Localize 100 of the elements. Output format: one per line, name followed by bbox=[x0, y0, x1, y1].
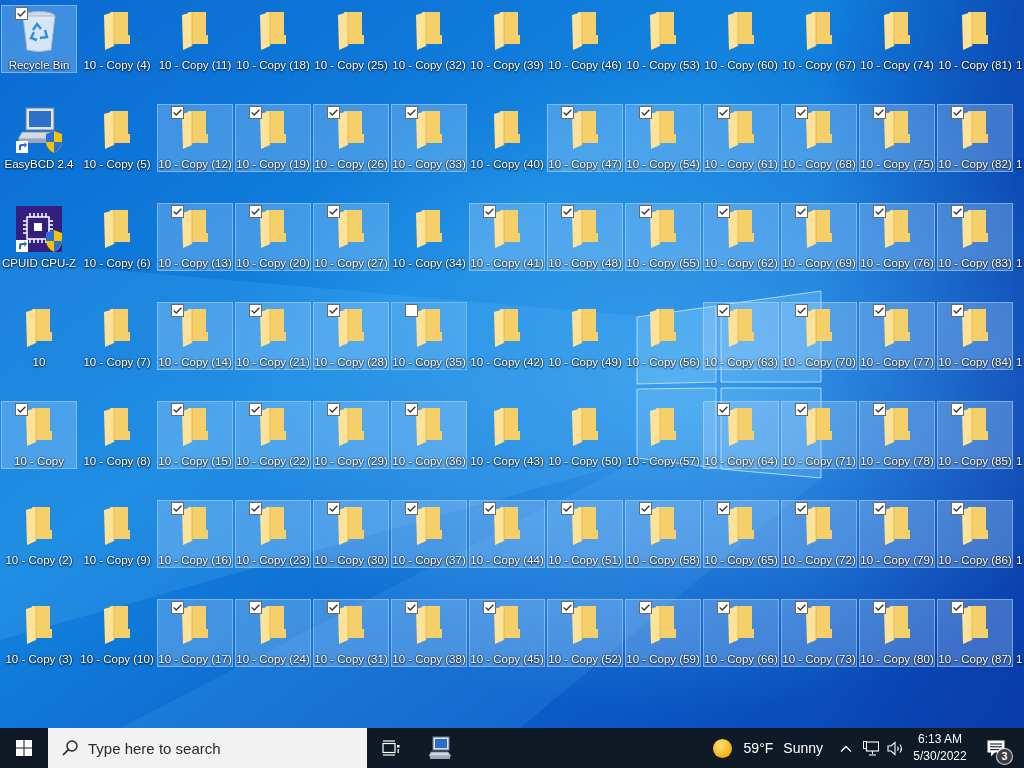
selected-item[interactable]: 10 - Copy (45) bbox=[469, 599, 545, 667]
selected-item[interactable]: 10 - Copy (24) bbox=[235, 599, 311, 667]
item-label[interactable]: 10 - Copy (48) bbox=[548, 256, 622, 270]
item-label[interactable]: 10 - Copy (40) bbox=[470, 157, 544, 171]
item-label[interactable]: 10 - Copy (62) bbox=[704, 256, 778, 270]
checkbox[interactable] bbox=[795, 502, 808, 515]
selected-item[interactable]: 10 - Copy (30) bbox=[313, 500, 389, 568]
folder-icon[interactable] bbox=[572, 12, 598, 50]
item-label[interactable]: 10 - Copy (84) bbox=[938, 355, 1012, 369]
selected-item[interactable]: 10 - Copy (16) bbox=[157, 500, 233, 568]
selected-item[interactable]: 10 - Copy (36) bbox=[391, 401, 467, 469]
item-label[interactable]: 10 - Copy (17) bbox=[158, 652, 232, 666]
checkbox[interactable] bbox=[639, 205, 652, 218]
selected-item[interactable]: 10 - Copy (13) bbox=[157, 203, 233, 271]
clock-date[interactable]: 5/30/2022 bbox=[913, 748, 967, 765]
item-label[interactable]: 10 - Copy (70) bbox=[782, 355, 856, 369]
item-label[interactable]: 10 - Copy (42) bbox=[470, 355, 544, 369]
item-label[interactable]: 10 - Copy (75) bbox=[860, 157, 934, 171]
folder-icon[interactable] bbox=[494, 309, 520, 347]
item-label[interactable]: 1 bbox=[1015, 355, 1024, 369]
item-label[interactable]: 10 - Copy (15) bbox=[158, 454, 232, 468]
checkbox[interactable] bbox=[795, 205, 808, 218]
selected-item[interactable]: 10 - Copy (31) bbox=[313, 599, 389, 667]
item-label[interactable]: 10 - Copy (9) bbox=[83, 553, 151, 567]
folder-icon[interactable] bbox=[104, 210, 130, 248]
checkbox[interactable] bbox=[795, 601, 808, 614]
folder-icon[interactable] bbox=[104, 507, 130, 545]
selected-item[interactable]: 10 - Copy (52) bbox=[547, 599, 623, 667]
item-label[interactable]: 10 - Copy (64) bbox=[704, 454, 778, 468]
item-label[interactable]: 10 - Copy (52) bbox=[548, 652, 622, 666]
selected-item[interactable]: 10 - Copy (51) bbox=[547, 500, 623, 568]
folder-icon[interactable] bbox=[572, 309, 598, 347]
checkbox[interactable] bbox=[171, 205, 184, 218]
folder-icon[interactable] bbox=[104, 408, 130, 446]
checkbox[interactable] bbox=[951, 106, 964, 119]
item-label[interactable]: 10 - Copy (45) bbox=[470, 652, 544, 666]
item-label[interactable]: 1 bbox=[1015, 58, 1024, 72]
item-label[interactable]: EasyBCD 2.4 bbox=[4, 157, 74, 171]
folder-icon[interactable] bbox=[26, 309, 52, 347]
checkbox[interactable] bbox=[171, 502, 184, 515]
checkbox[interactable] bbox=[561, 502, 574, 515]
item-label[interactable]: 10 - Copy (24) bbox=[236, 652, 310, 666]
item-label[interactable]: 10 - Copy (81) bbox=[938, 58, 1012, 72]
folder-icon[interactable] bbox=[338, 12, 364, 50]
item-label[interactable]: 10 - Copy (36) bbox=[392, 454, 466, 468]
selected-item[interactable]: 10 - Copy (38) bbox=[391, 599, 467, 667]
folder-icon[interactable] bbox=[26, 507, 52, 545]
chevron-up-icon[interactable] bbox=[840, 744, 852, 752]
selected-item[interactable]: 10 - Copy (33) bbox=[391, 104, 467, 172]
item-label[interactable]: 10 - Copy (20) bbox=[236, 256, 310, 270]
checkbox[interactable] bbox=[951, 403, 964, 416]
clock-time[interactable]: 6:13 AM bbox=[918, 731, 962, 748]
folder-icon[interactable] bbox=[260, 12, 286, 50]
checkbox[interactable] bbox=[249, 403, 262, 416]
item-label[interactable]: 10 - Copy (28) bbox=[314, 355, 388, 369]
folder-icon[interactable] bbox=[104, 606, 130, 644]
item-label[interactable]: 10 - Copy (11) bbox=[158, 58, 232, 72]
item-label[interactable]: 1 bbox=[1015, 157, 1024, 171]
item-label[interactable]: 10 - Copy (5) bbox=[83, 157, 151, 171]
item-label[interactable]: 1 bbox=[1015, 553, 1024, 567]
selected-item[interactable]: 10 - Copy (80) bbox=[859, 599, 935, 667]
selected-item[interactable]: 10 - Copy (85) bbox=[937, 401, 1013, 469]
checkbox[interactable] bbox=[561, 106, 574, 119]
selected-item[interactable]: 10 - Copy (22) bbox=[235, 401, 311, 469]
folder-icon[interactable] bbox=[962, 12, 988, 50]
item-label[interactable]: 10 - Copy (23) bbox=[236, 553, 310, 567]
selected-item[interactable]: 10 - Copy (83) bbox=[937, 203, 1013, 271]
selected-item[interactable]: 10 - Copy bbox=[1, 401, 77, 469]
checkbox[interactable] bbox=[873, 304, 886, 317]
item-label[interactable]: 10 - Copy (21) bbox=[236, 355, 310, 369]
checkbox[interactable] bbox=[405, 502, 418, 515]
folder-icon[interactable] bbox=[104, 12, 130, 50]
selected-item[interactable]: 10 - Copy (44) bbox=[469, 500, 545, 568]
selected-item[interactable]: Recycle Bin bbox=[1, 5, 77, 73]
item-label[interactable]: 10 - Copy (57) bbox=[626, 454, 700, 468]
item-label[interactable]: 10 - Copy (13) bbox=[158, 256, 232, 270]
checkbox[interactable] bbox=[561, 601, 574, 614]
item-label[interactable]: 10 - Copy (43) bbox=[470, 454, 544, 468]
folder-icon[interactable] bbox=[884, 606, 910, 644]
item-label[interactable]: 10 - Copy (50) bbox=[548, 454, 622, 468]
item-label[interactable]: 10 - Copy (26) bbox=[314, 157, 388, 171]
checkbox[interactable] bbox=[717, 304, 730, 317]
selected-item[interactable]: 10 - Copy (82) bbox=[937, 104, 1013, 172]
checkbox[interactable] bbox=[951, 304, 964, 317]
selected-item[interactable]: 10 - Copy (79) bbox=[859, 500, 935, 568]
selected-item[interactable]: 10 - Copy (55) bbox=[625, 203, 701, 271]
folder-icon[interactable] bbox=[416, 210, 442, 248]
folder-icon[interactable] bbox=[572, 408, 598, 446]
item-label[interactable]: 10 - Copy (83) bbox=[938, 256, 1012, 270]
checkbox[interactable] bbox=[717, 106, 730, 119]
item-label[interactable]: 10 - Copy (71) bbox=[782, 454, 856, 468]
sun-icon[interactable] bbox=[712, 738, 732, 758]
selected-item[interactable]: 10 - Copy (47) bbox=[547, 104, 623, 172]
selected-item[interactable]: 10 - Copy (54) bbox=[625, 104, 701, 172]
item-label[interactable]: 10 - Copy (87) bbox=[938, 652, 1012, 666]
selected-item[interactable]: 10 - Copy (71) bbox=[781, 401, 857, 469]
item-label[interactable]: 1 bbox=[1015, 454, 1024, 468]
item-label[interactable]: 10 - Copy (35) bbox=[392, 355, 466, 369]
folder-icon[interactable] bbox=[26, 606, 52, 644]
selected-item[interactable]: 10 - Copy (78) bbox=[859, 401, 935, 469]
